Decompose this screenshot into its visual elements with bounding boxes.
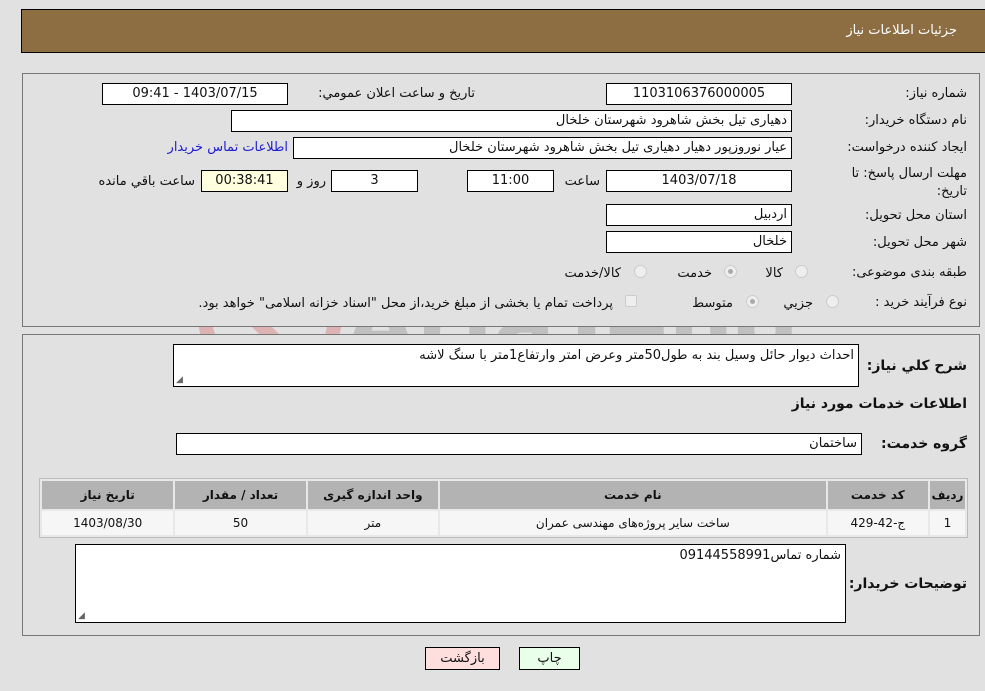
province-field: اردبیل [606,204,792,226]
category-goods-label: کالا [765,266,783,281]
col-service-name: نام خدمت [439,481,826,509]
city-label: شهر محل تحویل: [872,235,967,250]
category-radio-goods-service[interactable] [634,265,647,278]
announce-label: تاریخ و ساعت اعلان عمومي: [318,86,475,101]
remaining-label: ساعت باقي مانده [98,174,195,189]
table-row: 1 ج-42-429 ساخت سایر پروژه‌های مهندسی عم… [42,511,965,535]
days-field: 3 [331,170,418,192]
page-title: جزئیات اطلاعات نیاز [846,23,957,38]
deadline-time-label: ساعت [564,174,600,189]
description-textarea[interactable]: احداث دیوار حائل وسیل بند به طول50متر وع… [173,344,859,387]
services-table: ردیف کد خدمت نام خدمت واحد اندازه گیری ت… [39,478,968,538]
process-medium-label: متوسط [692,296,733,311]
remaining-time-field: 00:38:41 [201,170,288,192]
cell-service-code: ج-42-429 [827,511,928,535]
col-service-code: کد خدمت [827,481,928,509]
process-radio-medium[interactable] [746,295,759,308]
treasury-note: پرداخت تمام یا بخشی از مبلغ خرید،از محل … [198,296,613,311]
process-radio-minor[interactable] [826,295,839,308]
print-button[interactable]: چاپ [519,647,580,670]
description-text: احداث دیوار حائل وسیل بند به طول50متر وع… [419,348,854,363]
process-minor-label: جزيي [783,296,813,311]
treasury-checkbox[interactable] [625,295,637,307]
col-row: ردیف [929,481,965,509]
cell-quantity: 50 [175,511,306,535]
page-header: جزئیات اطلاعات نیاز [21,9,985,53]
col-quantity: تعداد / مقدار [175,481,306,509]
announce-field: 1403/07/15 - 09:41 [102,83,288,105]
province-label: استان محل تحویل: [865,208,967,223]
category-radio-service[interactable] [724,265,737,278]
buyer-notes-text: شماره تماس09144558991 [679,548,841,563]
service-group-field: ساختمان [176,433,862,455]
deadline-time-field: 11:00 [467,170,554,192]
description-label: شرح كلي نياز: [866,358,967,374]
service-group-label: گروه خدمت: [881,436,967,452]
buyer-notes-label: توضیحات خریدار: [848,576,967,592]
buyer-org-label: نام دستگاه خریدار: [864,113,967,128]
deadline-label: مهلت ارسال پاسخ: تا تاریخ: [851,166,967,199]
buyer-notes-textarea[interactable]: شماره تماس09144558991 ◢ [75,544,846,623]
cell-row: 1 [929,511,965,535]
col-unit: واحد اندازه گیری [307,481,438,509]
creator-field: عیار نوروزپور دهیار دهیاری تیل بخش شاهرو… [293,137,792,159]
process-label: نوع فرآیند خرید : [875,295,967,310]
buyer-contact-link[interactable]: اطلاعات تماس خریدار [168,140,288,155]
category-service-label: خدمت [677,266,712,281]
need-number-label: شماره نیاز: [905,86,967,101]
category-radio-goods[interactable] [795,265,808,278]
services-section-title: اطلاعات خدمات مورد نیاز [791,396,967,412]
back-button[interactable]: بازگشت [425,647,500,670]
cell-need-date: 1403/08/30 [42,511,174,535]
category-label: طبقه بندی موضوعی: [851,265,967,280]
deadline-date-field: 1403/07/18 [606,170,792,192]
creator-label: ایجاد کننده درخواست: [847,140,967,155]
resize-grip-icon[interactable]: ◢ [78,611,85,621]
col-need-date: تاریخ نیاز [42,481,174,509]
cell-unit: متر [307,511,438,535]
city-field: خلخال [606,231,792,253]
table-header-row: ردیف کد خدمت نام خدمت واحد اندازه گیری ت… [42,481,965,509]
category-goods-service-label: کالا/خدمت [564,266,621,281]
days-label: روز و [296,174,326,189]
cell-service-name: ساخت سایر پروژه‌های مهندسی عمران [439,511,826,535]
need-number-field: 1103106376000005 [606,83,792,105]
resize-grip-icon[interactable]: ◢ [176,375,183,385]
buyer-org-field: دهیاری تیل بخش شاهرود شهرستان خلخال [231,110,792,132]
